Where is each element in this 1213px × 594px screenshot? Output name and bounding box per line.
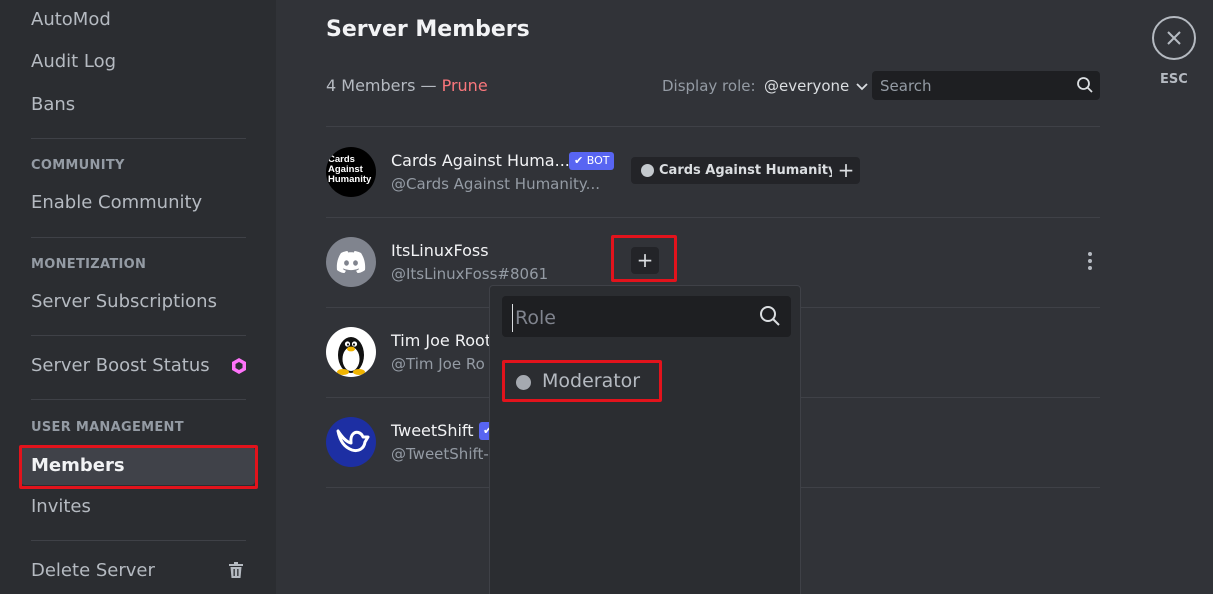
discord-logo-icon	[336, 251, 366, 273]
display-role-label: Display role:	[662, 77, 756, 95]
settings-sidebar: AutoMod Audit Log Bans COMMUNITY Enable …	[0, 0, 276, 594]
role-search[interactable]	[502, 296, 791, 337]
member-name[interactable]: Tim Joe Root	[391, 331, 491, 350]
sidebar-divider	[31, 540, 246, 541]
sidebar-header-community: COMMUNITY	[31, 158, 125, 173]
member-tag: @Tim Joe Ro	[391, 355, 485, 373]
page-title: Server Members	[326, 17, 530, 42]
sidebar-item-audit-log[interactable]: Audit Log	[31, 51, 116, 72]
member-name[interactable]: ItsLinuxFoss	[391, 241, 489, 260]
role-popout: Moderator	[489, 285, 801, 594]
prune-link[interactable]: Prune	[442, 76, 488, 95]
sidebar-divider	[31, 237, 246, 238]
esc-label: ESC	[1160, 72, 1188, 87]
search-icon	[760, 306, 780, 326]
bot-badge: ✔ BOT	[569, 152, 615, 170]
row-divider	[326, 217, 1100, 218]
add-role-button[interactable]: +	[832, 157, 860, 184]
member-tag: @Cards Against Humanity...	[391, 175, 600, 193]
avatar[interactable]: Cards Against Humanity	[326, 147, 376, 197]
sidebar-divider	[31, 399, 246, 400]
avatar-text: Cards Against Humanity	[328, 154, 372, 185]
member-name[interactable]: TweetShift	[391, 421, 474, 440]
highlight-members	[19, 445, 258, 489]
sidebar-divider	[31, 138, 246, 139]
sidebar-item-delete-server[interactable]: Delete Server	[31, 560, 155, 581]
role-color-dot	[641, 164, 654, 177]
role-pill-label: Cards Against Humanity	[659, 163, 837, 178]
role-search-input[interactable]	[512, 304, 747, 332]
avatar[interactable]	[326, 327, 376, 377]
avatar[interactable]	[326, 417, 376, 467]
sidebar-item-automod[interactable]: AutoMod	[31, 9, 111, 30]
sidebar-header-user-management: USER MANAGEMENT	[31, 420, 184, 435]
member-tag: @ItsLinuxFoss#8061	[391, 265, 549, 283]
member-count-text: 4 Members —	[326, 76, 442, 95]
search-icon	[1077, 77, 1093, 93]
more-options-icon[interactable]	[1083, 250, 1097, 272]
tux-penguin-icon	[337, 337, 365, 375]
member-tag: @TweetShift-	[391, 445, 489, 463]
tweetshift-bird-icon	[336, 429, 370, 453]
member-search-input[interactable]	[878, 74, 1072, 98]
member-name[interactable]: Cards Against Huma...	[391, 151, 570, 170]
chevron-down-icon	[856, 82, 868, 90]
role-pill[interactable]: Cards Against Humanity	[631, 157, 847, 184]
close-icon	[1167, 31, 1181, 45]
sidebar-item-server-boost-status[interactable]: Server Boost Status	[31, 355, 210, 376]
member-count: 4 Members — Prune	[326, 76, 488, 95]
sidebar-divider	[31, 335, 246, 336]
highlight-add-role	[611, 235, 677, 282]
sidebar-header-monetization: MONETIZATION	[31, 257, 147, 272]
highlight-moderator	[502, 360, 662, 402]
sidebar-item-enable-community[interactable]: Enable Community	[31, 192, 202, 213]
sidebar-item-invites[interactable]: Invites	[31, 496, 91, 517]
boost-gem-icon	[232, 358, 246, 374]
sidebar-item-server-subscriptions[interactable]: Server Subscriptions	[31, 291, 217, 312]
close-button[interactable]	[1152, 16, 1196, 60]
row-divider	[326, 126, 1100, 127]
member-search[interactable]	[872, 71, 1100, 100]
display-role-select[interactable]: @everyone	[764, 77, 868, 95]
sidebar-item-bans[interactable]: Bans	[31, 94, 75, 115]
trash-icon[interactable]	[229, 562, 243, 578]
display-role-value: @everyone	[764, 77, 850, 95]
avatar[interactable]	[326, 237, 376, 287]
